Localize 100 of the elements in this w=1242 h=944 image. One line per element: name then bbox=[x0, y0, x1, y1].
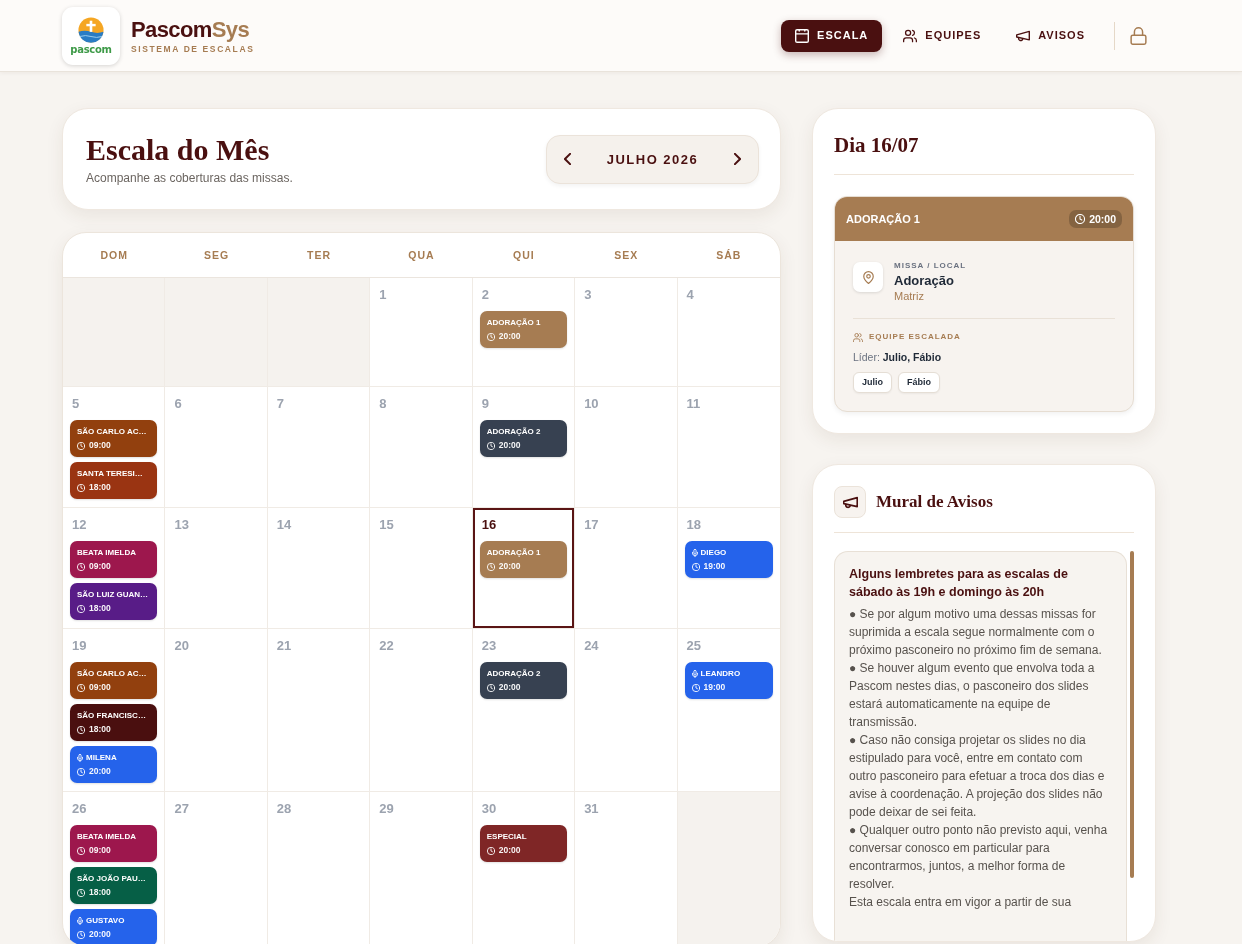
leader-text: Líder: Julio, Fábio bbox=[853, 351, 943, 364]
event-card[interactable]: ADORAÇÃO 1 20:00 bbox=[479, 311, 568, 348]
event-card[interactable]: ADORAÇÃO 2 20:00 bbox=[479, 420, 568, 457]
mic-icon bbox=[691, 669, 698, 678]
notice-paragraph: ● Se houver algum evento que envolva toda a Pascom nestes dias, o pasconeiro dos slides estará automaticamente na equipe de transmissão. bbox=[849, 660, 1096, 731]
day-number: 29 bbox=[379, 800, 394, 818]
event-time: 19:00 bbox=[703, 561, 726, 572]
chevron-left-icon bbox=[564, 153, 571, 165]
next-month-button[interactable] bbox=[731, 150, 744, 168]
day-cell[interactable]: 18 DIEGO 19:00 bbox=[677, 508, 780, 629]
event-card[interactable]: GUSTAVO 20:00 bbox=[70, 909, 158, 944]
event-card[interactable]: BEATA IMELDA 09:00 bbox=[70, 541, 158, 578]
day-number: 15 bbox=[379, 516, 394, 534]
scrollbar-thumb[interactable] bbox=[1130, 551, 1134, 878]
weekday-label: SEX bbox=[614, 249, 639, 261]
event-card[interactable]: LEANDRO 19:00 bbox=[684, 662, 773, 699]
cross-sun-icon bbox=[78, 16, 104, 43]
event-title: ADORAÇÃO 2 bbox=[486, 426, 541, 437]
event-card[interactable]: SÃO CARLO AC… 09:00 bbox=[70, 662, 158, 699]
clock-icon bbox=[77, 683, 85, 692]
day-number: 30 bbox=[481, 800, 497, 818]
event-title: ADORAÇÃO 2 bbox=[486, 668, 541, 679]
event-title: MILENA bbox=[86, 752, 117, 763]
day-cell[interactable]: 3 bbox=[575, 278, 678, 387]
event-card[interactable]: ADORAÇÃO 1 20:00 bbox=[479, 541, 568, 578]
weekday-label: SÁB bbox=[716, 249, 742, 261]
event-card[interactable]: ADORAÇÃO 2 20:00 bbox=[479, 662, 568, 699]
team-label: EQUIPE ESCALADA bbox=[869, 331, 961, 343]
nav-tab[interactable]: ESCALA bbox=[781, 19, 883, 52]
event-title: ESPECIAL bbox=[486, 831, 527, 842]
clock-icon bbox=[77, 888, 85, 897]
day-number: 22 bbox=[379, 637, 394, 655]
lock-button[interactable] bbox=[1130, 26, 1147, 45]
notice-board-title: Mural de Avisos bbox=[876, 491, 993, 513]
mic-icon bbox=[77, 916, 83, 925]
day-cell[interactable]: 12 BEATA IMELDA 09:00 SÃO LUIZ GUAN… 18:00 bbox=[63, 508, 166, 629]
event-card[interactable]: SÃO FRANCISC… 18:00 bbox=[70, 704, 158, 741]
day-cell[interactable]: 9 ADORAÇÃO 2 20:00 bbox=[472, 387, 576, 508]
day-number: 14 bbox=[276, 516, 292, 534]
page-subtitle: Acompanhe as coberturas das missas. bbox=[86, 170, 293, 186]
day-number: 31 bbox=[584, 800, 599, 818]
weekday-label: QUA bbox=[408, 249, 435, 261]
clock-icon bbox=[77, 483, 85, 492]
app-title: PascomSys bbox=[131, 17, 250, 42]
clock-icon bbox=[77, 604, 85, 613]
weekday-label: SEG bbox=[204, 249, 230, 261]
notice-paragraph: ● Qualquer outro ponto não previsto aqui, venha conversar conosco em particular para encontrarmos, juntos, a melhor forma de resolver. bbox=[849, 822, 1109, 893]
day-cell[interactable]: 16 ADORAÇÃO 1 20:00 bbox=[472, 508, 576, 629]
day-number: 16 bbox=[481, 516, 497, 534]
event-time: 20:00 bbox=[498, 561, 521, 572]
nav-tab[interactable]: AVISOS bbox=[1002, 19, 1099, 52]
event-time: 20:00 bbox=[498, 331, 521, 342]
day-cell[interactable]: 19 SÃO CARLO AC… 09:00 SÃO FRANCISC… 18:00 MILENA 20:00 bbox=[63, 629, 166, 792]
event-time: 18:00 bbox=[89, 603, 111, 614]
day-number: 25 bbox=[686, 637, 702, 655]
event-card[interactable]: BEATA IMELDA 09:00 bbox=[70, 825, 158, 862]
month-label: JULHO 2026 bbox=[606, 152, 699, 166]
day-cell[interactable]: 2 ADORAÇÃO 1 20:00 bbox=[472, 278, 576, 387]
day-number: 11 bbox=[686, 395, 701, 413]
event-time: 09:00 bbox=[89, 561, 111, 572]
nav-tab[interactable]: EQUIPES bbox=[889, 19, 996, 52]
location-place: Matriz bbox=[894, 289, 924, 303]
event-card[interactable]: ESPECIAL 20:00 bbox=[479, 825, 568, 862]
weekday-label: DOM bbox=[100, 249, 128, 261]
day-number: 19 bbox=[72, 637, 87, 655]
clock-icon bbox=[77, 441, 85, 450]
day-number: 6 bbox=[174, 395, 182, 413]
day-cell[interactable]: 26 BEATA IMELDA 09:00 SÃO JOÃO PAU… 18:00 GUSTAVO 20:00 bbox=[63, 792, 166, 944]
event-card[interactable]: DIEGO 19:00 bbox=[684, 541, 773, 578]
day-cell[interactable]: 30 ESPECIAL 20:00 bbox=[472, 792, 576, 944]
day-cell[interactable]: 5 SÃO CARLO AC… 09:00 SANTA TERESI… 18:00 bbox=[63, 387, 166, 508]
clock-icon bbox=[486, 441, 495, 450]
clock-icon bbox=[691, 683, 700, 692]
event-title: DIEGO bbox=[700, 547, 727, 558]
day-cell[interactable]: 21 bbox=[267, 629, 371, 792]
day-cell[interactable]: 8 bbox=[370, 387, 473, 508]
event-title: SÃO FRANCISC… bbox=[77, 710, 146, 721]
notice-title: Alguns lembretes para as escalas de sábado às 19h e domingo às 20h bbox=[849, 566, 1069, 601]
event-card[interactable]: SÃO JOÃO PAU… 18:00 bbox=[70, 867, 158, 904]
event-card[interactable]: SÃO CARLO AC… 09:00 bbox=[70, 420, 158, 457]
chevron-right-icon bbox=[734, 153, 741, 165]
day-cell[interactable]: 25 LEANDRO 19:00 bbox=[677, 629, 780, 792]
event-title: LEANDRO bbox=[700, 668, 741, 679]
day-cell[interactable]: 6 bbox=[165, 387, 268, 508]
day-cell[interactable]: 23 ADORAÇÃO 2 20:00 bbox=[472, 629, 576, 792]
notice-paragraph: ● Se por algum motivo uma dessas missas for suprimida a escala segue normalmente com o próximo pasconeiro no próximo fim de semana. bbox=[849, 606, 1103, 659]
day-number: 27 bbox=[174, 800, 189, 818]
page-title: Escala do Mês bbox=[86, 132, 270, 166]
megaphone-icon bbox=[1016, 28, 1031, 43]
day-number: 5 bbox=[72, 395, 80, 413]
event-card[interactable]: SÃO LUIZ GUAN… 18:00 bbox=[70, 583, 158, 620]
megaphone-icon bbox=[834, 486, 866, 518]
day-number: 4 bbox=[686, 286, 694, 304]
clock-icon bbox=[486, 332, 495, 341]
previous-month-button[interactable] bbox=[561, 150, 574, 168]
event-card[interactable]: SANTA TERESI… 18:00 bbox=[70, 462, 158, 499]
event-title: BEATA IMELDA bbox=[77, 547, 136, 558]
clock-icon bbox=[77, 725, 85, 734]
event-card[interactable]: MILENA 20:00 bbox=[70, 746, 158, 783]
location-name: Adoração bbox=[894, 272, 954, 289]
